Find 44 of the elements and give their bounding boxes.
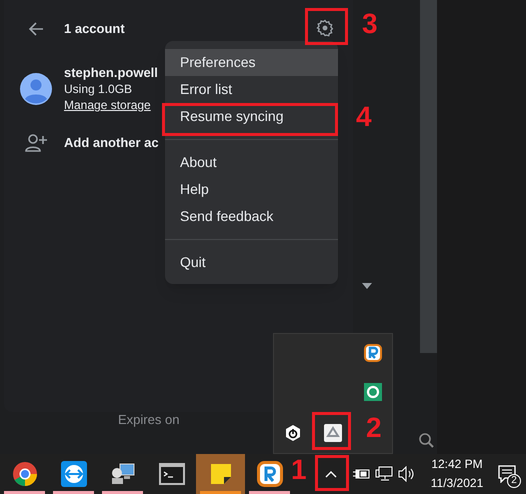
computers-icon: [110, 461, 136, 487]
expiry-label: Expires on: [118, 412, 180, 427]
add-account-link[interactable]: Add another ac: [64, 133, 159, 153]
back-arrow-icon[interactable]: [28, 21, 44, 37]
add-person-icon: [24, 133, 48, 153]
notification-button[interactable]: 2: [488, 454, 526, 494]
menu-item[interactable]: Help: [165, 176, 338, 203]
battery-icon[interactable]: [352, 467, 370, 481]
avatar-icon: [19, 72, 53, 106]
menu-item[interactable]: About: [165, 149, 338, 176]
menu-item[interactable]: Preferences: [165, 49, 338, 76]
settings-icon[interactable]: [316, 19, 334, 37]
ring-icon[interactable]: [364, 383, 382, 401]
step-number: 1: [291, 455, 307, 485]
clock-date[interactable]: 11/3/2021: [430, 474, 484, 493]
step-number: 3: [362, 9, 378, 39]
power-icon[interactable]: [284, 424, 302, 442]
sticky-note-icon: [208, 462, 232, 486]
chat-icon: [498, 465, 516, 483]
notification-badge: 2: [507, 474, 521, 488]
step-number: 2: [366, 413, 382, 443]
highlight-frame: [305, 8, 348, 45]
panel-title: 1 account: [64, 20, 125, 38]
speaker-icon[interactable]: [398, 466, 416, 482]
storage-usage: Using 1.0GB: [64, 81, 134, 97]
menu-item[interactable]: Quit: [165, 249, 338, 276]
scrollbar[interactable]: [420, 0, 437, 353]
menu-item[interactable]: Error list: [165, 76, 338, 103]
terminal-icon: [158, 463, 184, 485]
highlight-frame: [312, 412, 351, 450]
network-icon[interactable]: [375, 466, 393, 482]
r-logo-icon: [256, 461, 282, 487]
clock-time[interactable]: 12:42 PM: [431, 455, 483, 474]
chevron-up-icon[interactable]: [325, 470, 337, 478]
r-logo-icon[interactable]: [364, 344, 382, 362]
highlight-frame: [315, 455, 349, 491]
manage-storage-link[interactable]: Manage storage: [64, 97, 158, 113]
step-number: 4: [356, 102, 372, 132]
menu-item[interactable]: Send feedback: [165, 203, 338, 230]
menu-item[interactable]: Resume syncing: [165, 103, 338, 130]
account-name: stephen.powell: [64, 64, 158, 81]
browser-icon: [12, 461, 38, 487]
caret-icon: [362, 283, 372, 289]
search-icon[interactable]: [418, 432, 434, 448]
